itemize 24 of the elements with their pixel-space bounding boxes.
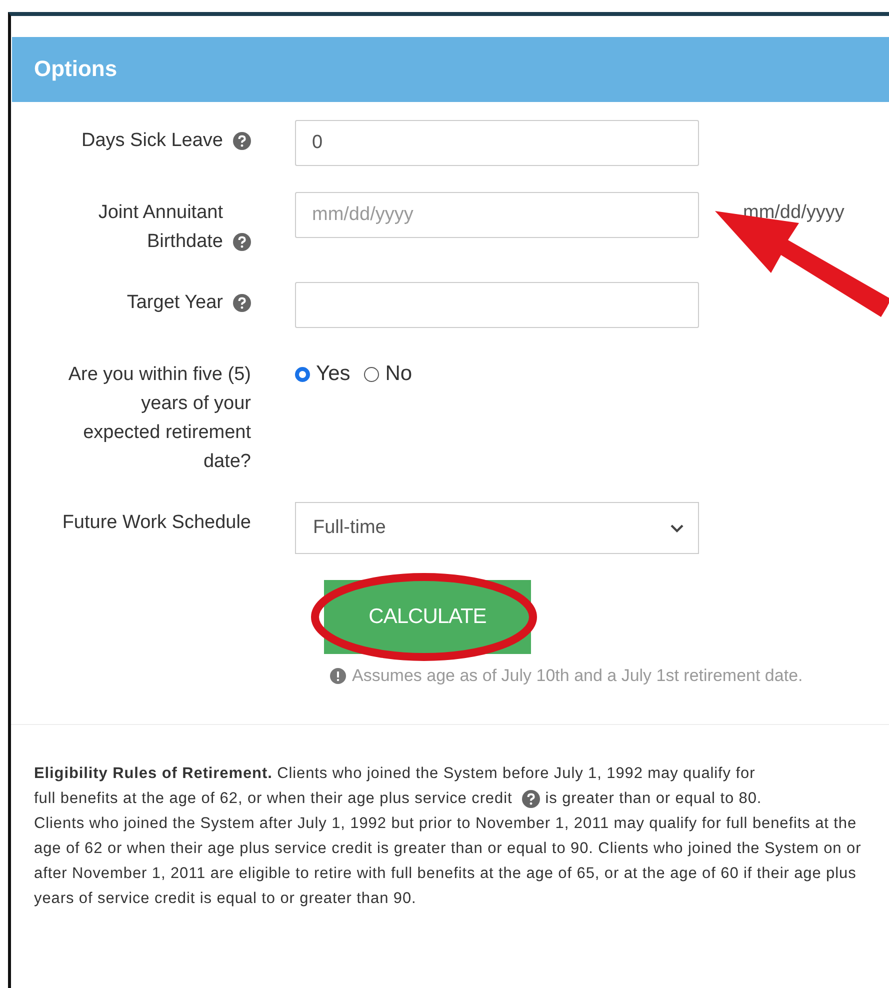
input-field[interactable]: 0 (295, 120, 699, 166)
input-field[interactable] (295, 282, 699, 328)
eligibility-text: Clients who joined the System after July 1, 1992 but prior to November 1, 2011 may qualify for full benefits at the age of 62 or when their age plus service credit is greater than or equal to 90. Clients who joined the System on or after November 1, 2011 are eligible to retire with full benefits at the age of 65, or at the age of 60 if their age plus years of service credit is equal to or greater than 90. (34, 814, 862, 909)
help-icon[interactable] (522, 790, 540, 808)
chevron-down-icon (670, 524, 684, 532)
help-icon[interactable] (233, 132, 251, 150)
radio-option[interactable]: Yes (295, 362, 350, 386)
field-label: Joint Annuitant Birthdate (97, 201, 223, 254)
help-icon[interactable] (233, 294, 251, 312)
field-label: Are you within five (5) years of your expected retirement date? (67, 363, 251, 474)
eligibility-text: full benefits at the age of 62, or when their age plus service credit (34, 789, 512, 809)
help-icon[interactable] (233, 233, 251, 251)
date-format-hint: mm/dd/yyyy (743, 201, 846, 224)
assumption-note: Assumes age as of July 10th and a July 1st retirement date. (352, 666, 803, 686)
radio-option[interactable]: No (364, 362, 412, 386)
eligibility-text: is greater than or equal to 80. (545, 789, 762, 809)
eligibility-text: Eligibility Rules of Retirement. Clients who joined the System before July 1, 1992 may qualify for (34, 764, 756, 784)
field-label: Days Sick Leave (81, 129, 223, 153)
panel-title: Options (12, 37, 889, 102)
input-field[interactable]: mm/dd/yyyy (295, 192, 699, 238)
info-icon (330, 668, 346, 684)
field-label: Future Work Schedule (62, 511, 251, 535)
field-label: Target Year (126, 291, 223, 315)
select-dropdown[interactable]: Full-time (295, 502, 699, 554)
